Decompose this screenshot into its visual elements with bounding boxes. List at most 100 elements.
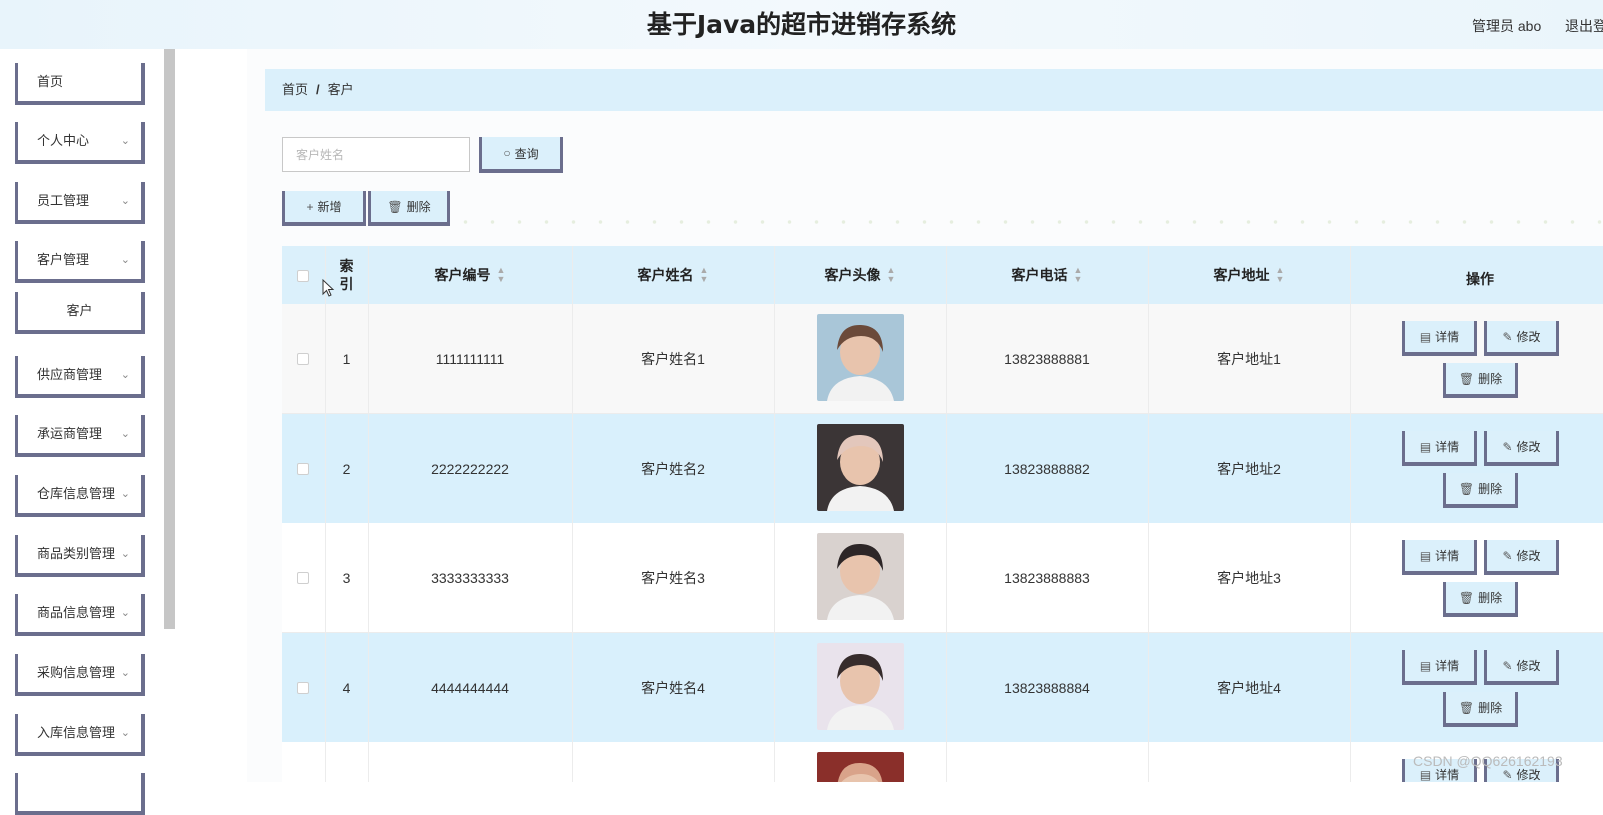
sidebar-item-suppliers[interactable]: 供应商管理 ⌄ <box>15 356 145 398</box>
edit-button-label: 修改 <box>1516 659 1541 673</box>
sidebar-item-label: 商品类别管理 <box>37 546 116 561</box>
column-divider <box>572 246 573 782</box>
app-title: 基于Java的超市进销存系统 <box>646 10 957 39</box>
plus-icon: + <box>306 199 314 214</box>
sidebar-item-employees[interactable]: 员工管理 ⌄ <box>15 182 145 224</box>
search-button[interactable]: ○ 查询 <box>479 137 563 173</box>
sort-icon[interactable]: ▲ ▼ <box>1276 266 1285 284</box>
cell-name <box>572 742 774 782</box>
document-icon: ▤ <box>1419 548 1432 563</box>
detail-button[interactable]: ▤ 详情 <box>1402 431 1477 466</box>
column-header-code[interactable]: 客户编号 ▲ ▼ <box>368 246 572 304</box>
edit-icon: ✎ <box>1502 329 1513 344</box>
chevron-down-icon: ⌄ <box>120 488 130 500</box>
cell-index: 3 <box>342 570 351 586</box>
cell-index: 4 <box>342 680 351 696</box>
chevron-down-icon: ⌄ <box>120 727 130 739</box>
sidebar-item-partial[interactable] <box>15 773 145 815</box>
sidebar-item-label: 入库信息管理 <box>37 725 116 740</box>
delete-button-label: 删除 <box>1478 372 1503 386</box>
trash-icon: 🗑 <box>387 199 403 214</box>
sidebar-item-warehouses[interactable]: 仓库信息管理 ⌄ <box>15 475 145 517</box>
add-button[interactable]: + 新增 <box>282 191 366 226</box>
breadcrumb-current: 客户 <box>327 82 354 97</box>
sidebar-item-home[interactable]: 首页 <box>15 63 145 105</box>
column-header-address[interactable]: 客户地址 ▲ ▼ <box>1148 246 1350 304</box>
chevron-down-icon: ⌄ <box>120 667 130 679</box>
sort-icon[interactable]: ▲ ▼ <box>497 266 506 284</box>
cell-name: 客户姓名3 <box>641 570 705 586</box>
bulk-delete-button[interactable]: 🗑 删除 <box>368 191 450 226</box>
sidebar-item-customers[interactable]: 客户管理 ⌄ <box>15 241 145 283</box>
chevron-down-icon: ⌄ <box>120 607 130 619</box>
edit-button[interactable]: ✎ 修改 <box>1484 650 1559 685</box>
cell-address <box>1148 742 1350 782</box>
edit-button[interactable]: ✎ 修改 <box>1484 431 1559 466</box>
cell-code <box>368 742 572 782</box>
select-all-checkbox[interactable] <box>297 270 309 282</box>
sidebar-scrollbar[interactable] <box>164 49 175 629</box>
column-header-phone[interactable]: 客户电话 ▲ ▼ <box>946 246 1148 304</box>
detail-button-label: 详情 <box>1435 330 1460 344</box>
cell-code: 4444444444 <box>431 680 509 696</box>
edit-icon: ✎ <box>1502 548 1513 563</box>
sort-icon[interactable]: ▲ ▼ <box>700 266 709 284</box>
edit-button[interactable]: ✎ 修改 <box>1484 321 1559 356</box>
delete-button[interactable]: 🗑 删除 <box>1443 363 1518 398</box>
sidebar-item-profile[interactable]: 个人中心 ⌄ <box>15 122 145 164</box>
sidebar-item-product-categories[interactable]: 商品类别管理 ⌄ <box>15 535 145 577</box>
delete-button[interactable]: 🗑 删除 <box>1443 692 1518 727</box>
sidebar-item-carriers[interactable]: 承运商管理 ⌄ <box>15 415 145 457</box>
chevron-down-icon: ⌄ <box>120 195 130 207</box>
detail-button-label: 详情 <box>1435 659 1460 673</box>
row-checkbox[interactable] <box>297 463 309 475</box>
cell-index: 1 <box>342 351 351 367</box>
cell-name: 客户姓名2 <box>641 461 705 477</box>
row-checkbox[interactable] <box>297 572 309 584</box>
logout-link[interactable]: 退出登录 <box>1565 16 1603 36</box>
cell-address: 客户地址4 <box>1217 680 1281 696</box>
sidebar-item-label: 员工管理 <box>37 193 90 208</box>
delete-button[interactable]: 🗑 删除 <box>1443 473 1518 508</box>
cell-address: 客户地址1 <box>1217 351 1281 367</box>
row-checkbox[interactable] <box>297 682 309 694</box>
chevron-down-icon: ⌄ <box>120 254 130 266</box>
column-divider <box>368 246 369 782</box>
sidebar-item-label: 客户 <box>66 303 93 318</box>
chevron-down-icon: ⌄ <box>120 428 130 440</box>
sidebar-item-inbound[interactable]: 入库信息管理 ⌄ <box>15 714 145 756</box>
delete-button-label: 删除 <box>1478 701 1503 715</box>
delete-button[interactable]: 🗑 删除 <box>1443 582 1518 617</box>
cell-phone: 13823888883 <box>1004 570 1090 586</box>
detail-button[interactable]: ▤ 详情 <box>1402 650 1477 685</box>
sidebar-item-products[interactable]: 商品信息管理 ⌄ <box>15 594 145 636</box>
cell-name: 客户姓名1 <box>641 351 705 367</box>
column-header-actions: 操作 <box>1466 271 1494 287</box>
breadcrumb-home[interactable]: 首页 <box>282 82 308 97</box>
column-header-avatar[interactable]: 客户头像 ▲ ▼ <box>774 246 946 304</box>
customer-avatar <box>817 643 904 730</box>
sidebar-subitem-customer[interactable]: 客户 <box>15 292 145 334</box>
table-row: 3 3333333333 客户姓名3 13823888883 客户地址3 ▤ 详情 ✎ 修改 🗑 删… <box>282 523 1603 633</box>
edit-button[interactable]: ✎ 修改 <box>1484 540 1559 575</box>
sidebar-item-label: 采购信息管理 <box>37 665 116 680</box>
detail-button[interactable]: ▤ 详情 <box>1402 540 1477 575</box>
detail-button[interactable]: ▤ 详情 <box>1402 321 1477 356</box>
detail-button-label: 详情 <box>1435 549 1460 563</box>
trash-icon: 🗑 <box>1458 590 1475 605</box>
cell-index <box>325 742 368 782</box>
chevron-down-icon: ⌄ <box>120 369 130 381</box>
search-input[interactable] <box>282 137 470 172</box>
sort-icon[interactable]: ▲ ▼ <box>887 266 896 284</box>
column-header-name[interactable]: 客户姓名 ▲ ▼ <box>572 246 774 304</box>
sort-icon[interactable]: ▲ ▼ <box>1074 266 1083 284</box>
decorative-divider <box>452 220 1603 224</box>
cell-phone: 13823888881 <box>1004 351 1090 367</box>
column-divider <box>325 246 326 782</box>
table-row: 2 2222222222 客户姓名2 13823888882 客户地址2 ▤ 详情 ✎ 修改 🗑 删… <box>282 414 1603 524</box>
trash-icon: 🗑 <box>1458 481 1475 496</box>
sidebar-item-purchases[interactable]: 采购信息管理 ⌄ <box>15 654 145 696</box>
cell-name: 客户姓名4 <box>641 680 705 696</box>
row-checkbox[interactable] <box>297 353 309 365</box>
table-header: 索引 客户编号 ▲ ▼ 客户姓名 ▲ ▼ 客户头像 ▲ ▼ 客户电话 ▲ ▼ 客户地址 ▲ ▼ 操作 <box>282 246 1603 304</box>
